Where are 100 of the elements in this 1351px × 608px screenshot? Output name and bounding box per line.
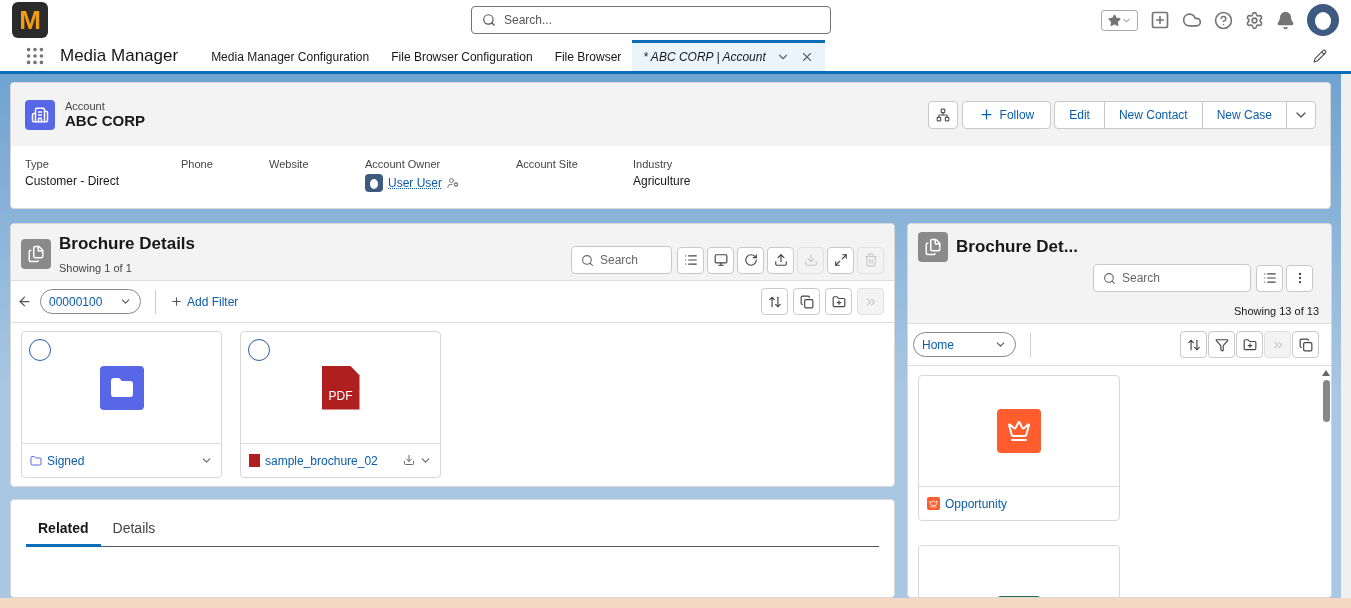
account-icon	[25, 99, 55, 130]
object-label: Account	[65, 100, 106, 112]
record-tab[interactable]: Details	[100, 512, 168, 547]
nav-tab[interactable]: File Browser Configuration	[380, 40, 544, 71]
record-count: Showing 1 of 1	[59, 262, 133, 274]
field-label: Account Owner	[365, 158, 442, 170]
scroll-up-icon[interactable]	[1322, 370, 1330, 376]
upload-button[interactable]	[767, 246, 794, 274]
list-button[interactable]	[677, 246, 704, 274]
field-label: Phone	[181, 158, 214, 170]
panel-title: Brochure Details	[59, 234, 196, 254]
folder-icon	[99, 365, 144, 410]
expand-button[interactable]	[827, 246, 854, 274]
field-label: Account Site	[516, 158, 579, 170]
copy-button[interactable]	[1292, 331, 1319, 358]
user-avatar[interactable]	[1307, 4, 1339, 36]
search-icon	[1103, 271, 1116, 285]
copy-button[interactable]	[793, 288, 820, 315]
field-label: Type	[25, 158, 50, 170]
new-folder-button[interactable]	[1236, 331, 1263, 358]
action-button[interactable]: Edit	[1054, 100, 1105, 129]
copy-icon	[799, 294, 814, 309]
search-field[interactable]: Search	[571, 246, 672, 274]
filter-button[interactable]	[1208, 331, 1235, 358]
record-tab[interactable]: Related	[26, 512, 101, 547]
files-icon	[918, 232, 948, 262]
panel-title: Brochure Det...	[956, 237, 1078, 257]
file-name-link[interactable]: Signed	[47, 453, 85, 468]
star-icon	[1107, 13, 1121, 27]
delete-icon	[863, 253, 878, 267]
field-value: Agriculture	[633, 174, 692, 188]
pdf-file-icon: PDF	[321, 365, 360, 410]
files-icon	[21, 239, 51, 269]
edit-icon[interactable]	[1313, 48, 1327, 63]
search-icon	[482, 13, 496, 27]
record-link[interactable]: Opportunity	[945, 496, 1008, 511]
settings-icon[interactable]	[1245, 10, 1264, 30]
search-field[interactable]: Search	[1093, 264, 1251, 292]
folder-icon	[30, 454, 42, 467]
nav-tab[interactable]: File Browser	[543, 40, 633, 71]
page-scrollbar[interactable]	[1341, 74, 1351, 598]
nav-tab[interactable]: * ABC CORP | Account	[632, 40, 825, 71]
new-folder-icon	[1242, 337, 1257, 352]
file-card[interactable]: PDF sample_brochure_02	[240, 331, 441, 478]
search-field[interactable]: Search...	[471, 6, 831, 34]
app-name: Media Manager	[60, 45, 179, 66]
crown-icon	[927, 497, 940, 510]
select-radio[interactable]	[29, 339, 51, 361]
list-icon	[683, 253, 698, 267]
file-name-link[interactable]: sample_brochure_02	[265, 453, 378, 468]
tile-icon	[713, 253, 728, 267]
user-avatar	[365, 174, 383, 192]
refresh-button[interactable]	[737, 246, 764, 274]
new-folder-button[interactable]	[825, 288, 852, 315]
record-card[interactable]: Opportunity	[918, 375, 1120, 521]
field-value: Customer - Direct	[25, 174, 120, 188]
follow-button[interactable]: Follow	[961, 100, 1052, 129]
copy-icon	[1298, 337, 1313, 352]
download-icon	[803, 253, 818, 267]
download-icon[interactable]	[403, 454, 415, 466]
field-label: Industry	[633, 158, 674, 170]
sort-icon	[1186, 337, 1201, 352]
back-icon[interactable]	[17, 294, 32, 309]
sort-button[interactable]	[1180, 331, 1207, 358]
plus-icon	[170, 295, 183, 308]
filter-icon	[1214, 337, 1229, 352]
cloud-icon[interactable]	[1182, 10, 1202, 30]
help-icon[interactable]	[1214, 10, 1233, 30]
favorites-button[interactable]	[1101, 9, 1138, 31]
search-icon	[581, 253, 594, 267]
scrollbar-thumb[interactable]	[1322, 380, 1330, 422]
list-icon	[1262, 271, 1277, 285]
hierarchy-button[interactable]	[927, 100, 958, 129]
record-name: ABC CORP	[65, 112, 145, 129]
refresh-icon	[743, 253, 758, 267]
add-icon[interactable]	[1150, 10, 1170, 30]
tile-button[interactable]	[707, 246, 734, 274]
sort-button[interactable]	[761, 288, 788, 315]
change-owner-icon[interactable]	[447, 177, 459, 189]
action-button[interactable]: New Contact	[1103, 100, 1203, 129]
plus-icon	[978, 107, 994, 122]
record-count: Showing 13 of 13	[1234, 305, 1319, 317]
owner-link[interactable]: User User	[388, 176, 442, 190]
pdf-file-icon	[249, 454, 260, 467]
app-logo: M	[12, 2, 48, 38]
add-filter-button[interactable]: Add Filter	[170, 294, 239, 309]
sort-icon	[767, 294, 782, 309]
hierarchy-icon	[935, 107, 950, 122]
folder-select[interactable]: Home	[913, 332, 1016, 357]
list-view-button[interactable]	[1256, 264, 1283, 292]
expand-icon	[833, 253, 848, 267]
crown-icon	[997, 409, 1041, 453]
nav-tab[interactable]: Media Manager Configuration	[200, 40, 381, 71]
action-button[interactable]: New Case	[1201, 100, 1287, 129]
file-card[interactable]: Signed	[21, 331, 222, 478]
upload-icon	[773, 253, 788, 267]
notifications-icon[interactable]	[1276, 10, 1295, 30]
field-label: Website	[269, 158, 310, 170]
select-radio[interactable]	[248, 339, 270, 361]
folder-select[interactable]: 00000100	[40, 289, 141, 314]
